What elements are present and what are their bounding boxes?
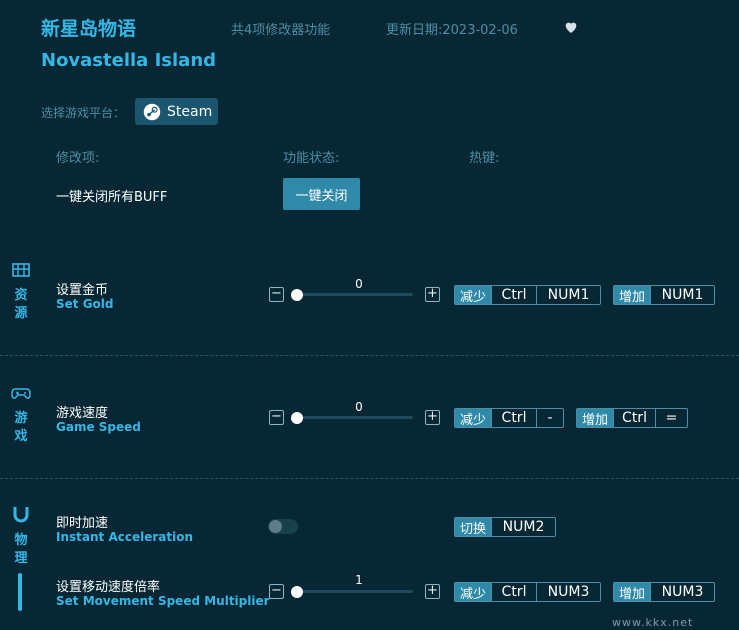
game-speed-increase-hotkey: 增加 Ctrl =: [576, 408, 689, 428]
move-speed-label-cn: 设置移动速度倍率: [56, 580, 161, 595]
instant-accel-label-en: Instant Acceleration: [56, 530, 193, 544]
column-item-header: 修改项:: [56, 151, 100, 166]
set-gold-slider-track[interactable]: [295, 293, 413, 296]
steam-platform-button[interactable]: Steam: [135, 98, 218, 125]
game-title-cn: 新星岛物语: [41, 18, 137, 40]
instant-accel-toggle-hotkey: 切换 NUM2: [454, 517, 557, 537]
move-speed-label-en: Set Movement Speed Multiplier: [56, 594, 270, 608]
set-gold-decrease-hotkey: 减少 Ctrl NUM1: [454, 285, 602, 305]
game-speed-slider-track[interactable]: [295, 416, 413, 419]
scroll-indicator[interactable]: [18, 573, 22, 611]
steam-icon: [143, 103, 161, 120]
move-speed-increase-button[interactable]: +: [425, 584, 440, 599]
chest-icon: [12, 263, 30, 277]
close-all-label: 一键关闭所有BUFF: [56, 190, 168, 205]
section-physics-label: 物 理: [14, 533, 28, 566]
set-gold-value: 0: [355, 277, 363, 291]
move-speed-decrease-button[interactable]: −: [269, 584, 284, 599]
game-speed-decrease-hotkey: 减少 Ctrl -: [454, 408, 565, 428]
set-gold-increase-hotkey: 增加 NUM1: [613, 285, 716, 305]
game-speed-value: 0: [355, 400, 363, 414]
steam-button-label: Steam: [167, 103, 213, 120]
game-speed-label-cn: 游戏速度: [56, 406, 109, 421]
set-gold-label-cn: 设置金币: [56, 283, 109, 298]
column-hotkey-header: 热键:: [469, 151, 500, 166]
gamepad-icon: [11, 388, 31, 399]
game-speed-decrease-button[interactable]: −: [269, 410, 284, 425]
feature-count: 共4项修改器功能: [231, 23, 331, 38]
close-all-button[interactable]: 一键关闭: [283, 178, 360, 210]
section-divider: [0, 355, 739, 356]
section-divider: [0, 478, 739, 479]
heart-icon[interactable]: [563, 19, 579, 35]
set-gold-label-en: Set Gold: [56, 297, 114, 311]
game-title-en: Novastella Island: [41, 50, 217, 71]
instant-accel-toggle[interactable]: [268, 519, 298, 534]
game-speed-increase-button[interactable]: +: [425, 410, 440, 425]
game-speed-slider-knob[interactable]: [291, 412, 303, 424]
move-speed-slider-track[interactable]: [295, 590, 413, 593]
set-gold-increase-button[interactable]: +: [425, 287, 440, 302]
magnet-icon: [13, 507, 29, 523]
watermark: www.kkx.net: [612, 616, 694, 629]
move-speed-decrease-hotkey: 减少 Ctrl NUM3: [454, 582, 602, 602]
instant-accel-label-cn: 即时加速: [56, 516, 109, 531]
move-speed-slider-knob[interactable]: [291, 586, 303, 598]
column-status-header: 功能状态:: [283, 151, 340, 166]
move-speed-increase-hotkey: 增加 NUM3: [613, 582, 716, 602]
section-resources-label: 资 源: [14, 288, 28, 321]
platform-label: 选择游戏平台：: [41, 106, 126, 120]
game-speed-label-en: Game Speed: [56, 420, 141, 434]
toggle-knob: [269, 520, 282, 533]
set-gold-slider-knob[interactable]: [291, 289, 303, 301]
set-gold-decrease-button[interactable]: −: [269, 287, 284, 302]
section-game-label: 游 戏: [14, 411, 28, 444]
move-speed-value: 1: [355, 573, 363, 587]
update-date: 更新日期:2023-02-06: [386, 23, 518, 38]
